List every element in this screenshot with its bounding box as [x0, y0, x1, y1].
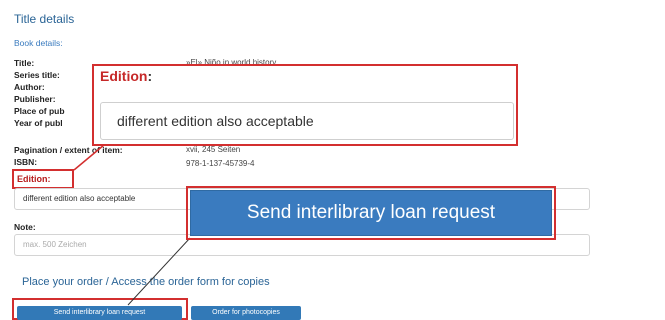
edition-zoom-callout: Edition: different edition also acceptab…	[92, 64, 518, 146]
edition-zoom-colon: :	[147, 68, 153, 84]
send-callout-line	[127, 237, 191, 306]
send-button-zoom-callout: Send interlibrary loan request	[186, 186, 556, 240]
edition-zoom-field: different edition also acceptable	[100, 102, 514, 140]
callout-lines	[73, 139, 191, 306]
edition-zoom-title-text: Edition	[100, 68, 148, 84]
edition-zoom-title: Edition:	[100, 68, 152, 84]
send-button-zoom: Send interlibrary loan request	[190, 190, 552, 236]
